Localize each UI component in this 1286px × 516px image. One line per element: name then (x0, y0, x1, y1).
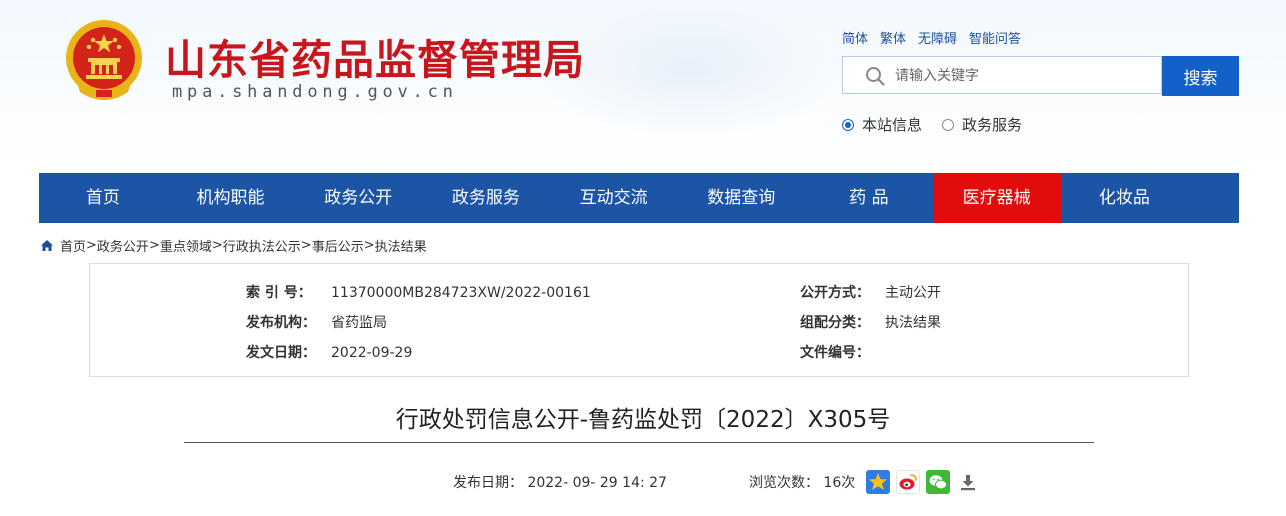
scope-gov-service-label: 政务服务 (962, 116, 1023, 134)
publish-date-value: 2022- 09- 29 14: 27 (527, 475, 667, 491)
search-button[interactable]: 搜索 (1162, 56, 1239, 96)
breadcrumb-enforcement[interactable]: 行政执法公示 (223, 236, 301, 255)
wechat-icon[interactable] (926, 470, 950, 494)
meta-publisher-value: 省药监局 (331, 315, 387, 331)
nav-home[interactable]: 首页 (39, 173, 167, 223)
weibo-icon[interactable] (896, 470, 920, 494)
search-input[interactable] (893, 64, 1157, 88)
nav-drugs[interactable]: 药 品 (805, 173, 933, 223)
publish-date: 发布日期： 2022- 09- 29 14: 27 (453, 472, 667, 492)
scope-site-info[interactable]: 本站信息 (842, 114, 922, 135)
scope-gov-service[interactable]: 政务服务 (942, 114, 1022, 135)
site-title: 山东省药品监督管理局 (165, 36, 585, 84)
search-icon (866, 67, 885, 86)
nav-medical-devices[interactable]: 医疗器械 (932, 173, 1061, 223)
home-icon (41, 240, 53, 251)
breadcrumb-key-areas[interactable]: 重点领域 (160, 236, 212, 255)
language-links: 简体 繁体 无障碍 智能问答 (842, 28, 1021, 47)
national-emblem-logo[interactable] (62, 18, 146, 104)
meta-doc-number-row: 文件编号： (800, 342, 885, 362)
download-icon[interactable] (956, 470, 980, 494)
breadcrumb-post-notice[interactable]: 事后公示 (312, 236, 364, 255)
nav-gov-affairs-open[interactable]: 政务公开 (294, 173, 422, 223)
meta-date-value: 2022-09-29 (331, 345, 413, 361)
share-bar (866, 470, 980, 494)
meta-index-row: 索 引 号： 11370000MB284723XW/2022-00161 (246, 282, 591, 302)
lang-link-simplified[interactable]: 简体 (842, 28, 868, 47)
meta-publisher-label: 发布机构： (246, 315, 316, 331)
meta-index-value: 11370000MB284723XW/2022-00161 (331, 285, 591, 301)
view-count-label: 浏览次数： (749, 475, 819, 491)
title-divider (184, 442, 1094, 443)
nav-data-query[interactable]: 数据查询 (677, 173, 805, 223)
breadcrumb: 首页 > 政务公开 > 重点领域 > 行政执法公示 > 事后公示 > 执法结果 (40, 236, 427, 255)
meta-category-label: 组配分类： (800, 315, 870, 331)
site-domain: mpa.shandong.gov.cn (172, 82, 458, 102)
qzone-icon[interactable] (866, 470, 890, 494)
search-box (842, 56, 1162, 94)
search-scope: 本站信息 政务服务 (842, 114, 1022, 135)
scope-site-info-radio[interactable] (842, 118, 854, 131)
article-title: 行政处罚信息公开-鲁药监处罚〔2022〕X305号 (395, 407, 891, 433)
meta-publisher-row: 发布机构： 省药监局 (246, 312, 387, 332)
meta-date-label: 发文日期： (246, 345, 316, 361)
meta-category-row: 组配分类： 执法结果 (800, 312, 941, 332)
breadcrumb-separator: > (148, 238, 160, 253)
accessibility-link[interactable]: 无障碍 (918, 28, 957, 47)
meta-open-mode-row: 公开方式： 主动公开 (800, 282, 941, 302)
nav-cosmetics[interactable]: 化妆品 (1061, 173, 1189, 223)
meta-index-label: 索 引 号： (246, 285, 312, 301)
breadcrumb-separator: > (363, 238, 375, 253)
nav-interaction[interactable]: 互动交流 (550, 173, 678, 223)
view-count-value: 16次 (823, 475, 856, 491)
breadcrumb-gov-open[interactable]: 政务公开 (97, 236, 149, 255)
breadcrumb-separator: > (86, 238, 97, 253)
smart-qa-link[interactable]: 智能问答 (969, 28, 1021, 47)
meta-category-value: 执法结果 (885, 315, 941, 331)
meta-date-row: 发文日期： 2022-09-29 (246, 342, 412, 362)
breadcrumb-results[interactable]: 执法结果 (375, 236, 427, 255)
lang-link-traditional[interactable]: 繁体 (880, 28, 906, 47)
nav-organization[interactable]: 机构职能 (167, 173, 295, 223)
nav-gov-service[interactable]: 政务服务 (422, 173, 550, 223)
main-nav: 首页 机构职能 政务公开 政务服务 互动交流 数据查询 药 品 医疗器械 化妆品 (39, 173, 1239, 223)
scope-gov-service-radio[interactable] (942, 118, 955, 131)
publish-date-label: 发布日期： (453, 475, 523, 491)
view-count: 浏览次数： 16次 (749, 472, 855, 492)
meta-open-mode-value: 主动公开 (885, 285, 941, 301)
breadcrumb-home[interactable]: 首页 (60, 236, 86, 255)
meta-open-mode-label: 公开方式： (800, 285, 870, 301)
scope-site-info-label: 本站信息 (862, 116, 923, 134)
breadcrumb-separator: > (211, 238, 223, 253)
meta-doc-number-label: 文件编号： (800, 345, 870, 361)
breadcrumb-separator: > (300, 238, 312, 253)
